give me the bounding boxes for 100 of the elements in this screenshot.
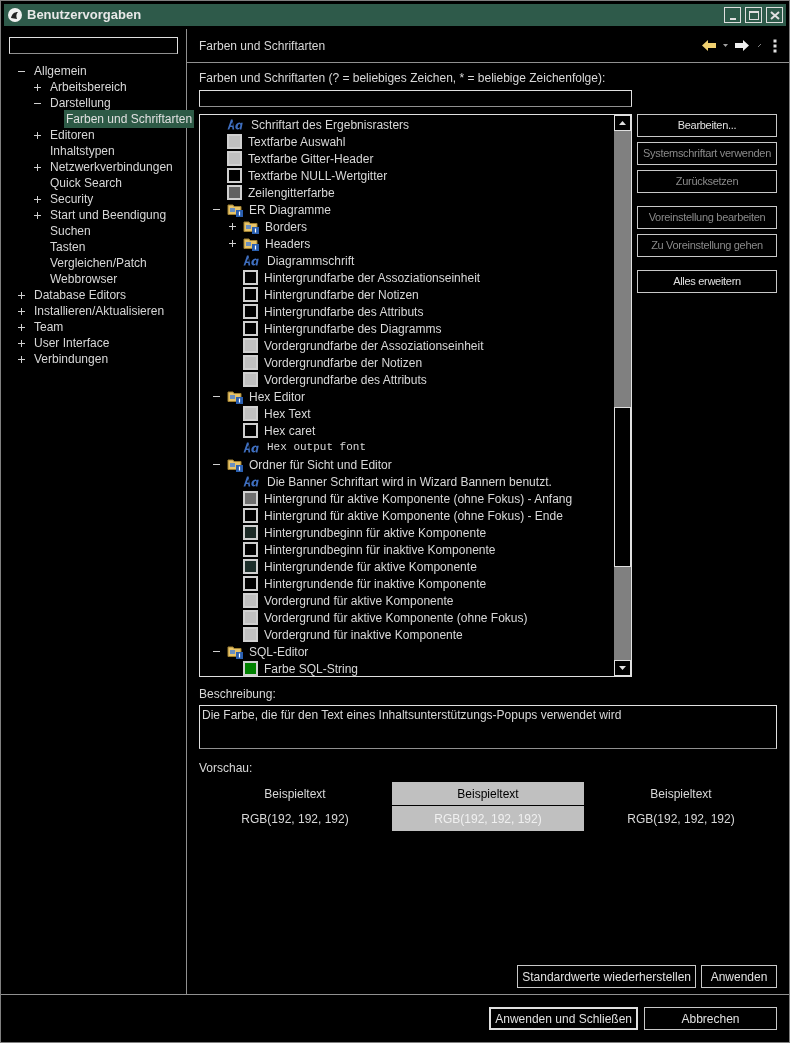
nav-tree-item[interactable]: Quick Search [48,174,125,192]
color-setting-label[interactable]: Hex caret [264,421,316,440]
color-setting-label[interactable]: Hintergrundende für aktive Komponente [264,557,477,576]
dialog-button[interactable]: Abbrechen [644,1007,777,1030]
page-button[interactable]: Anwenden [701,965,777,988]
expand-icon[interactable] [33,210,42,220]
expand-icon[interactable] [17,306,26,316]
color-setting-label[interactable]: Textfarbe Gitter-Header [248,149,374,168]
scroll-up-button[interactable] [614,115,631,131]
description-label: Beschreibung: [199,686,277,703]
nav-tree-item[interactable]: Team [32,318,66,336]
page-button[interactable]: Standardwerte wiederherstellen [517,965,696,988]
expand-icon[interactable] [33,130,42,140]
color-setting-label[interactable]: Hintergrundfarbe des Attributs [264,302,424,321]
color-setting-label[interactable]: Vordergrundfarbe des Attributs [264,370,427,389]
category-label[interactable]: Ordner für Sicht und Editor [249,455,392,474]
expand-icon[interactable] [17,354,26,364]
expand-icon[interactable] [17,322,26,332]
nav-tree-item[interactable]: User Interface [32,334,112,352]
folder-icon [227,644,243,659]
font-icon [243,255,261,266]
nav-tree-item[interactable]: Database Editors [32,286,129,304]
back-arrow-icon[interactable] [702,40,716,51]
category-label[interactable]: Hex Editor [249,387,306,406]
down-arrow-icon [619,666,626,670]
color-setting-label[interactable]: Hintergrundbeginn für inaktive Komponente [264,540,496,559]
up-arrow-icon [619,121,626,125]
color-setting-label[interactable]: Hintergrund für aktive Komponente (ohne Fokus) - Anfang [264,489,573,508]
nav-tree-item[interactable]: Webbrowser [48,270,120,288]
font-icon [243,476,261,487]
color-setting-label[interactable]: Vordergrundfarbe der Notizen [264,353,423,372]
minimize-button[interactable] [724,7,741,23]
category-label[interactable]: ER Diagramme [249,200,332,219]
color-setting-label[interactable]: Farbe SQL-String [264,659,359,676]
scroll-down-button[interactable] [614,660,631,676]
nav-tree-item[interactable]: Editoren [48,126,97,144]
color-setting-label[interactable]: Vordergrund für aktive Komponente (ohne Fokus) [264,608,528,627]
expand-icon[interactable] [33,162,42,172]
category-label[interactable]: SQL-Editor [249,642,309,661]
window-title: Benutzervorgaben [27,6,143,25]
scroll-thumb[interactable] [614,407,631,567]
preview-sample: Beispieltext [649,786,713,803]
dialog-button[interactable]: Anwenden und Schließen [489,1007,638,1030]
color-setting-label[interactable]: Textfarbe Auswahl [248,132,346,151]
expand-icon[interactable] [17,290,26,300]
category-label[interactable]: Headers [265,234,311,253]
scrollbar[interactable] [614,115,631,676]
expand-icon[interactable] [228,222,237,231]
font-setting-label[interactable]: Hex output font [267,439,367,456]
color-setting-label[interactable]: Hintergrund für aktive Komponente (ohne Fokus) - Ende [264,506,563,525]
folder-icon [243,219,259,234]
filter-label: Farben und Schriftarten (? = beliebiges Zeichen, * = beliebige Zeichenfolge): [199,70,607,87]
page-title: Farben und Schriftarten [199,37,327,55]
filter-field[interactable] [9,37,178,54]
nav-tree-item[interactable]: Darstellung [48,94,113,112]
nav-tree-item[interactable]: Inhaltstypen [48,142,117,160]
color-setting-label[interactable]: Vordergrund für aktive Komponente [264,591,454,610]
nav-tree-item[interactable]: Allgemein [32,62,89,80]
preview-label: Vorschau: [199,760,254,777]
maximize-button[interactable] [745,7,762,23]
nav-tree-item[interactable]: Farben und Schriftarten [64,110,195,128]
close-button[interactable] [766,7,783,23]
color-setting-label[interactable]: Hintergrundbeginn für aktive Komponente [264,523,487,542]
nav-tree-item[interactable]: Installieren/Aktualisieren [32,302,167,320]
color-setting-label[interactable]: Hex Text [264,404,311,423]
folder-icon [227,389,243,404]
color-setting-label[interactable]: Textfarbe NULL-Wertgitter [248,166,388,185]
expand-icon[interactable] [17,338,26,348]
color-setting-label[interactable]: Zeilengitterfarbe [248,183,335,202]
nav-tree-item[interactable]: Verbindungen [32,350,111,368]
menu-icon[interactable] [773,38,777,53]
expand-icon[interactable] [33,194,42,204]
color-setting-label[interactable]: Vordergrundfarbe der Assoziationseinheit [264,336,484,355]
color-setting-label[interactable]: Hintergrundende für inaktive Komponente [264,574,487,593]
font-setting-label[interactable]: Diagrammschrift [267,251,355,270]
filter-field[interactable] [199,90,632,107]
expand-icon[interactable] [228,239,237,248]
nav-tree-item[interactable]: Suchen [48,222,93,240]
color-setting-label[interactable]: Hintergrundfarbe des Diagramms [264,319,442,338]
nav-tree-item[interactable]: Arbeitsbereich [48,78,129,96]
nav-tree-item[interactable]: Start und Beendigung [48,206,169,224]
font-setting-label[interactable]: Schriftart des Ergebnisrasters [251,115,410,134]
nav-tree-item[interactable]: Vergleichen/Patch [48,254,149,272]
description-box: Die Farbe, die für den Text eines Inhaltsunterstützungs-Popups verwendet wird [199,705,777,749]
nav-tree-item[interactable]: Security [48,190,96,208]
nav-tree-item[interactable]: Tasten [48,238,88,256]
category-label[interactable]: Borders [265,217,308,236]
folder-icon [227,457,243,472]
preview-rgb-value: RGB(192, 192, 192) [240,810,350,828]
expand-icon[interactable] [33,82,42,92]
forward-arrow-icon[interactable] [735,40,749,51]
color-setting-label[interactable]: Hintergrundfarbe der Notizen [264,285,419,304]
preview-sample: Beispieltext [263,786,327,803]
font-setting-label[interactable]: Die Banner Schriftart wird in Wizard Bannern benutzt. [267,472,552,491]
nav-tree-item[interactable]: Netzwerkverbindungen [48,158,175,176]
action-button[interactable]: Bearbeiten... [637,114,777,137]
font-icon [243,442,261,453]
color-setting-label[interactable]: Hintergrundfarbe der Assoziationseinheit [264,268,481,287]
color-setting-label[interactable]: Vordergrund für inaktive Komponente [264,625,463,644]
action-button[interactable]: Alles erweitern [637,270,777,293]
